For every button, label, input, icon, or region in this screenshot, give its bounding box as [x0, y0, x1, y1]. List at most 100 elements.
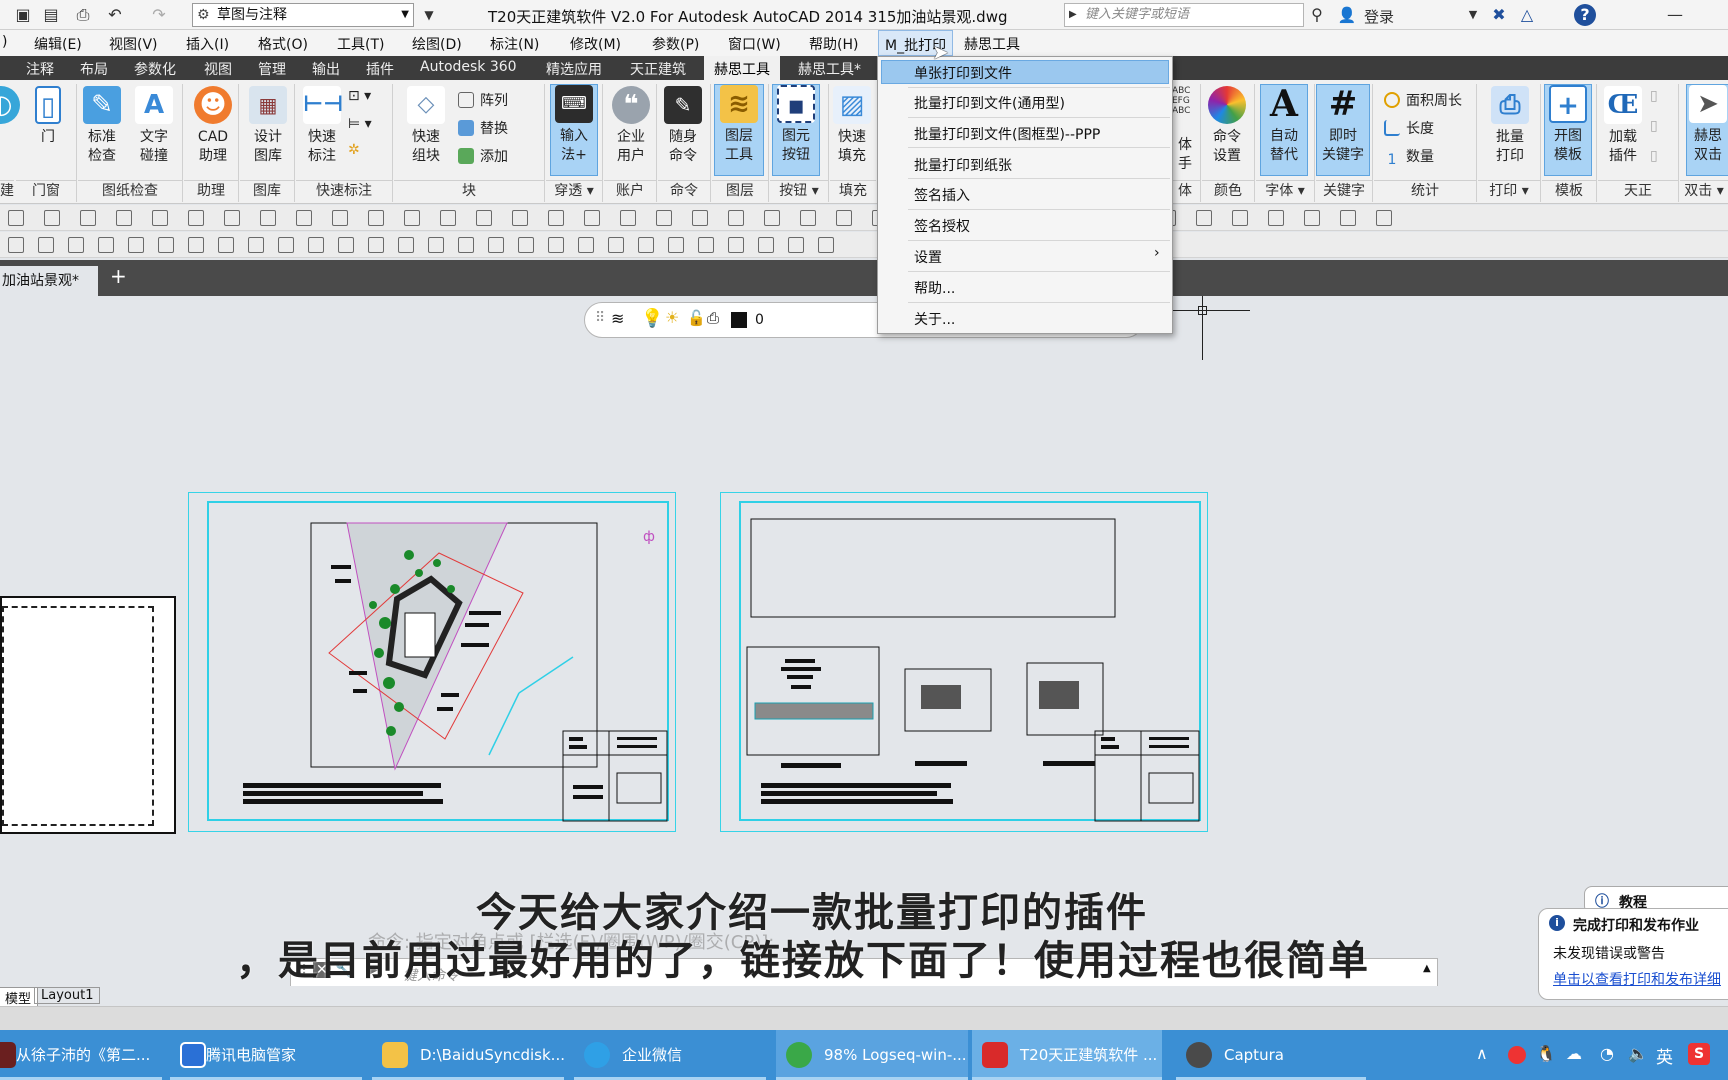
menu-item-batch-print-paper[interactable]: 批量打印到纸张	[914, 155, 1012, 175]
layout-sheet-1[interactable]: ф	[188, 492, 676, 832]
design-library-button[interactable]: ▦ 设计 图库	[246, 86, 290, 166]
menu-item-dimension[interactable]: 标注(N)	[490, 34, 539, 54]
toolbar-tool-icon[interactable]	[548, 210, 564, 226]
toolbar-tool-icon[interactable]	[308, 237, 324, 253]
toolbar-tool-icon[interactable]	[1376, 210, 1392, 226]
tab-manage[interactable]: 管理	[258, 59, 286, 79]
toolbar-tool-icon[interactable]	[398, 237, 414, 253]
toolbar-tool-icon[interactable]	[44, 210, 60, 226]
menu-item-modify[interactable]: 修改(M)	[570, 34, 621, 54]
load-plugin-button[interactable]: Œ 加载 插件	[1600, 86, 1646, 166]
door-button[interactable]: ▯ 门	[28, 86, 68, 147]
tab-featured-apps[interactable]: 精选应用	[546, 59, 602, 79]
toolbar-tool-icon[interactable]	[68, 237, 84, 253]
menu-item-help[interactable]: 帮助...	[914, 278, 955, 298]
partial-button[interactable]: ◐	[0, 86, 20, 128]
toolbar-tool-icon[interactable]	[368, 237, 384, 253]
lightbulb-icon[interactable]: 💡	[641, 308, 663, 329]
input-method-button[interactable]: ⌨ 输入 法+	[550, 84, 598, 176]
toolbar-tool-icon[interactable]	[758, 237, 774, 253]
menu-item-hesi-tools[interactable]: 赫思工具	[964, 34, 1020, 54]
tab-tangent-arch[interactable]: 天正建筑	[630, 59, 686, 79]
toolbar-tool-icon[interactable]	[218, 237, 234, 253]
wifi-icon[interactable]: ◔	[1600, 1044, 1614, 1063]
redo-icon[interactable]: ↷	[148, 4, 170, 26]
task-captura[interactable]: Captura	[1176, 1030, 1366, 1080]
toolbar-tool-icon[interactable]	[668, 237, 684, 253]
small-tool-2-icon[interactable]: ▯	[1650, 118, 1658, 134]
quick-block-button[interactable]: ◇ 快速 组块	[404, 86, 448, 166]
undo-icon[interactable]: ↶	[104, 4, 126, 26]
toolbar-tool-icon[interactable]	[836, 210, 852, 226]
qq-icon[interactable]: 🐧	[1536, 1044, 1556, 1063]
toolbar-tool-icon[interactable]	[728, 210, 744, 226]
quick-fill-button[interactable]: ▨ 快速 填充	[830, 86, 874, 166]
menu-item-batch-print-general[interactable]: 批量打印到文件(通用型)	[914, 93, 1065, 113]
workspace-select[interactable]: ⚙ 草图与注释 ▼	[192, 3, 414, 27]
sun-icon[interactable]: ☀	[665, 308, 679, 327]
tab-annotate[interactable]: 注释	[26, 59, 54, 79]
toolbar-tool-icon[interactable]	[518, 237, 534, 253]
toolbar-tool-icon[interactable]	[428, 237, 444, 253]
chevron-up-icon[interactable]: ▲	[1423, 963, 1431, 974]
toolbar-tool-icon[interactable]	[128, 237, 144, 253]
toolbar-tool-icon[interactable]	[584, 210, 600, 226]
toolbar-tool-icon[interactable]	[188, 210, 204, 226]
toolbar-tool-icon[interactable]	[656, 210, 672, 226]
save-icon[interactable]: ▣	[12, 4, 34, 26]
standard-check-button[interactable]: ✎ 标准 检查	[80, 86, 124, 166]
binoculars-icon[interactable]: ⚲	[1306, 4, 1328, 26]
menu-item-batch-print-frame[interactable]: 批量打印到文件(图框型)--PPP	[914, 124, 1100, 144]
task-wecom[interactable]: 企业微信	[574, 1030, 766, 1080]
toolbar-tool-icon[interactable]	[152, 210, 168, 226]
menu-item-signature-auth[interactable]: 签名授权	[914, 216, 970, 236]
toolbar-tool-icon[interactable]	[260, 210, 276, 226]
menu-item-draw[interactable]: 绘图(D)	[412, 34, 462, 54]
tab-parametric[interactable]: 参数化	[134, 59, 176, 79]
login-button[interactable]: 登录	[1364, 6, 1394, 27]
layer-tools-button[interactable]: ≋ 图层 工具	[714, 84, 764, 176]
cad-assistant-button[interactable]: ☻ CAD 助理	[190, 86, 236, 166]
toolbar-tool-icon[interactable]	[8, 210, 24, 226]
task-file-explorer[interactable]: D:\BaiduSyncdisk...	[372, 1030, 565, 1080]
text-collision-button[interactable]: A 文字 碰撞	[132, 86, 176, 166]
tab-hesi-tools-star[interactable]: 赫思工具*	[798, 59, 861, 79]
menu-item-about[interactable]: 关于...	[914, 309, 955, 329]
menu-item-window[interactable]: 窗口(W)	[728, 34, 781, 54]
auto-replace-button[interactable]: A 自动 替代	[1260, 84, 1308, 176]
minimize-icon[interactable]: —	[1664, 4, 1686, 26]
menu-item-parametric[interactable]: 参数(P)	[652, 34, 699, 54]
text-partial-icon[interactable]: ABC EFG ABC	[1172, 86, 1190, 116]
tab-layout1[interactable]: Layout1	[34, 987, 101, 1004]
toolbar-tool-icon[interactable]	[404, 210, 420, 226]
toolbar-tool-icon[interactable]	[512, 210, 528, 226]
search-input[interactable]: ▶ 键入关键字或短语	[1064, 3, 1304, 27]
toolbar-tool-icon[interactable]	[80, 210, 96, 226]
lock-icon[interactable]: 🔓	[687, 309, 706, 327]
ime-indicator[interactable]: 英	[1656, 1043, 1673, 1068]
menu-item-help[interactable]: 帮助(H)	[809, 34, 858, 54]
menu-item-signature-insert[interactable]: 签名插入	[914, 185, 970, 205]
area-perimeter-button[interactable]: 面积周长	[1384, 90, 1462, 110]
document-tab[interactable]: 加油站景观*	[0, 266, 98, 296]
menu-item-format[interactable]: 格式(O)	[258, 34, 308, 54]
cloud-icon[interactable]: ☁	[1566, 1044, 1582, 1063]
tab-output[interactable]: 输出	[312, 59, 340, 79]
toolbar-tool-icon[interactable]	[698, 237, 714, 253]
toolbar-tool-icon[interactable]	[338, 237, 354, 253]
task-logseq-download[interactable]: 98% Logseq-win-...	[776, 1030, 968, 1080]
dim-tool-2-icon[interactable]: ⊨ ▾	[348, 116, 372, 132]
toolbar-tool-icon[interactable]	[488, 237, 504, 253]
toolbar-tool-icon[interactable]	[548, 237, 564, 253]
toolbar-tool-icon[interactable]	[158, 237, 174, 253]
toolbar-tool-icon[interactable]	[692, 210, 708, 226]
dim-settings-icon[interactable]: ✲	[348, 142, 360, 158]
replace-button[interactable]: 替换	[458, 118, 508, 138]
toolbar-tool-icon[interactable]	[1340, 210, 1356, 226]
small-tool-3-icon[interactable]: ▯	[1650, 148, 1658, 164]
help-icon[interactable]: ?	[1574, 4, 1596, 26]
exchange-icon[interactable]: ✖	[1488, 4, 1510, 26]
tab-layout[interactable]: 布局	[80, 59, 108, 79]
toolbar-tool-icon[interactable]	[638, 237, 654, 253]
small-tool-1-icon[interactable]: ▯	[1650, 88, 1658, 104]
